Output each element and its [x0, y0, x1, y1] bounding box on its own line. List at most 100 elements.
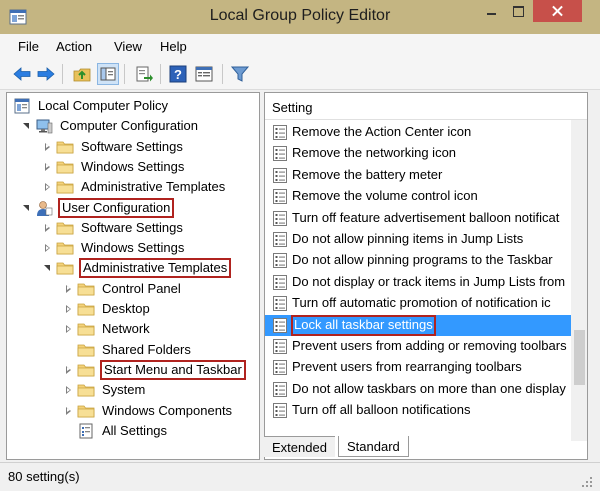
help-icon[interactable]: ? [168, 64, 188, 84]
view-tabs: Extended Standard [264, 436, 588, 458]
export-list-icon[interactable] [134, 64, 154, 84]
policy-setting-icon [272, 252, 288, 269]
expand-arrow-icon[interactable] [42, 223, 52, 233]
column-header-setting[interactable]: Setting [265, 93, 587, 120]
collapse-arrow-icon[interactable] [21, 203, 31, 213]
vertical-scrollbar[interactable] [571, 120, 587, 441]
setting-row[interactable]: Remove the volume control icon [265, 186, 571, 207]
folder-icon [56, 138, 74, 156]
setting-label: Remove the networking icon [292, 145, 457, 161]
setting-row[interactable]: Prevent users from rearranging toolbars [265, 357, 571, 378]
setting-row[interactable]: Do not allow taskbars on more than one d… [265, 379, 571, 400]
expand-arrow-icon[interactable] [42, 162, 52, 172]
setting-label: Turn off all balloon notifications [292, 402, 471, 418]
tree-item-label: User Configuration [58, 197, 175, 218]
folder-icon [77, 300, 95, 318]
setting-label: Prevent users from adding or removing to… [292, 338, 567, 353]
tree-item-label: Local Computer Policy [38, 98, 169, 113]
tab-extended[interactable]: Extended [264, 436, 335, 457]
expand-arrow-icon[interactable] [63, 406, 73, 416]
policy-setting-icon [272, 381, 288, 398]
setting-row[interactable]: Do not allow pinning programs to the Tas… [265, 250, 571, 271]
setting-label: Remove the Action Center icon [292, 124, 472, 139]
expand-arrow-icon[interactable] [63, 385, 73, 395]
close-button[interactable] [533, 0, 582, 22]
expand-arrow-icon[interactable] [63, 365, 73, 375]
tree-item-label: Windows Settings [81, 240, 185, 256]
setting-label: Prevent users from rearranging toolbars [292, 359, 522, 375]
show-hide-tree-icon[interactable] [97, 63, 119, 85]
tree-item-label: All Settings [102, 422, 168, 438]
forward-arrow-icon[interactable] [36, 64, 56, 84]
setting-label: Do not allow pinning items in Jump Lists [292, 231, 524, 246]
folder-icon [77, 381, 95, 399]
policy-setting-icon [272, 274, 288, 291]
expand-arrow-icon[interactable] [63, 324, 73, 334]
policy-setting-icon [272, 167, 288, 184]
collapse-arrow-icon[interactable] [21, 121, 31, 131]
tree-item-label: Start Menu and Taskbar [100, 359, 246, 380]
svg-text:?: ? [174, 67, 182, 82]
policy-setting-icon [272, 359, 288, 376]
expand-arrow-icon[interactable] [42, 182, 52, 192]
setting-label: Turn off automatic promotion of notifica… [292, 295, 551, 311]
folder-icon [77, 402, 95, 420]
expand-arrow-icon[interactable] [42, 243, 52, 253]
expand-arrow-icon[interactable] [42, 142, 52, 152]
menu-action[interactable]: Action [56, 39, 92, 54]
tree-item-label: Software Settings [81, 219, 183, 235]
expand-arrow-icon[interactable] [63, 304, 73, 314]
setting-label: Do not allow pinning programs to the Tas… [292, 252, 553, 268]
tree-item-label: Software Settings [81, 138, 183, 154]
policy-setting-icon [272, 231, 288, 248]
tree-item-label: Computer Configuration [60, 118, 199, 134]
setting-row[interactable]: Lock all taskbar settings [265, 314, 571, 336]
maximize-button[interactable] [505, 0, 532, 22]
setting-row[interactable]: Turn off automatic promotion of notifica… [265, 293, 571, 314]
tree-item-label: System [102, 382, 146, 398]
setting-label: Remove the battery meter [292, 166, 443, 182]
computer-icon [35, 117, 53, 135]
setting-row[interactable]: Do not allow pinning items in Jump Lists [265, 229, 571, 250]
minimize-button[interactable] [478, 0, 505, 22]
menu-help[interactable]: Help [160, 39, 187, 54]
folder-icon [77, 341, 95, 359]
menu-file[interactable]: File [18, 39, 39, 54]
policy-setting-icon [272, 338, 288, 355]
policy-setting-icon [272, 188, 288, 205]
setting-row[interactable]: Remove the battery meter [265, 165, 571, 186]
policy-setting-icon [272, 145, 288, 162]
resize-grip-icon[interactable] [582, 477, 592, 487]
tree-item-label: Network [102, 321, 150, 337]
expand-arrow-icon[interactable] [63, 284, 73, 294]
filter-icon[interactable] [230, 64, 250, 84]
setting-row[interactable]: Turn off all balloon notifications [265, 400, 571, 421]
setting-row[interactable]: Prevent users from adding or removing to… [265, 336, 571, 357]
column-header-label: Setting [272, 100, 313, 115]
setting-row[interactable]: Remove the networking icon [265, 143, 571, 164]
tree-item-label: Windows Components [102, 402, 233, 418]
setting-row[interactable]: Do not display or track items in Jump Li… [265, 272, 571, 293]
tree-item-label: Windows Settings [81, 158, 185, 174]
settings-list-pane[interactable]: Setting Remove the Action Center icon Rem… [264, 92, 588, 460]
folder-icon [56, 259, 74, 277]
setting-row[interactable]: Remove the Action Center icon [265, 122, 571, 143]
scrollbar-thumb[interactable] [574, 330, 585, 385]
toolbar: ? [0, 58, 600, 90]
tab-standard[interactable]: Standard [338, 436, 409, 457]
all-settings-icon [77, 422, 95, 440]
folder-icon [77, 320, 95, 338]
tree-item-label: Desktop [102, 301, 150, 316]
up-folder-icon[interactable] [72, 64, 92, 84]
collapse-arrow-icon[interactable] [42, 263, 52, 273]
toolbar-separator [222, 64, 223, 84]
setting-row[interactable]: Turn off feature advertisement balloon n… [265, 208, 571, 229]
setting-label: Turn off feature advertisement balloon n… [292, 209, 560, 225]
menu-view[interactable]: View [114, 39, 142, 54]
toolbar-separator [62, 64, 63, 84]
policy-setting-icon [272, 210, 288, 227]
user-icon [35, 199, 53, 217]
properties-icon[interactable] [194, 64, 214, 84]
back-arrow-icon[interactable] [12, 64, 32, 84]
tree-pane[interactable]: Local Computer Policy Computer Configurat… [6, 92, 260, 460]
